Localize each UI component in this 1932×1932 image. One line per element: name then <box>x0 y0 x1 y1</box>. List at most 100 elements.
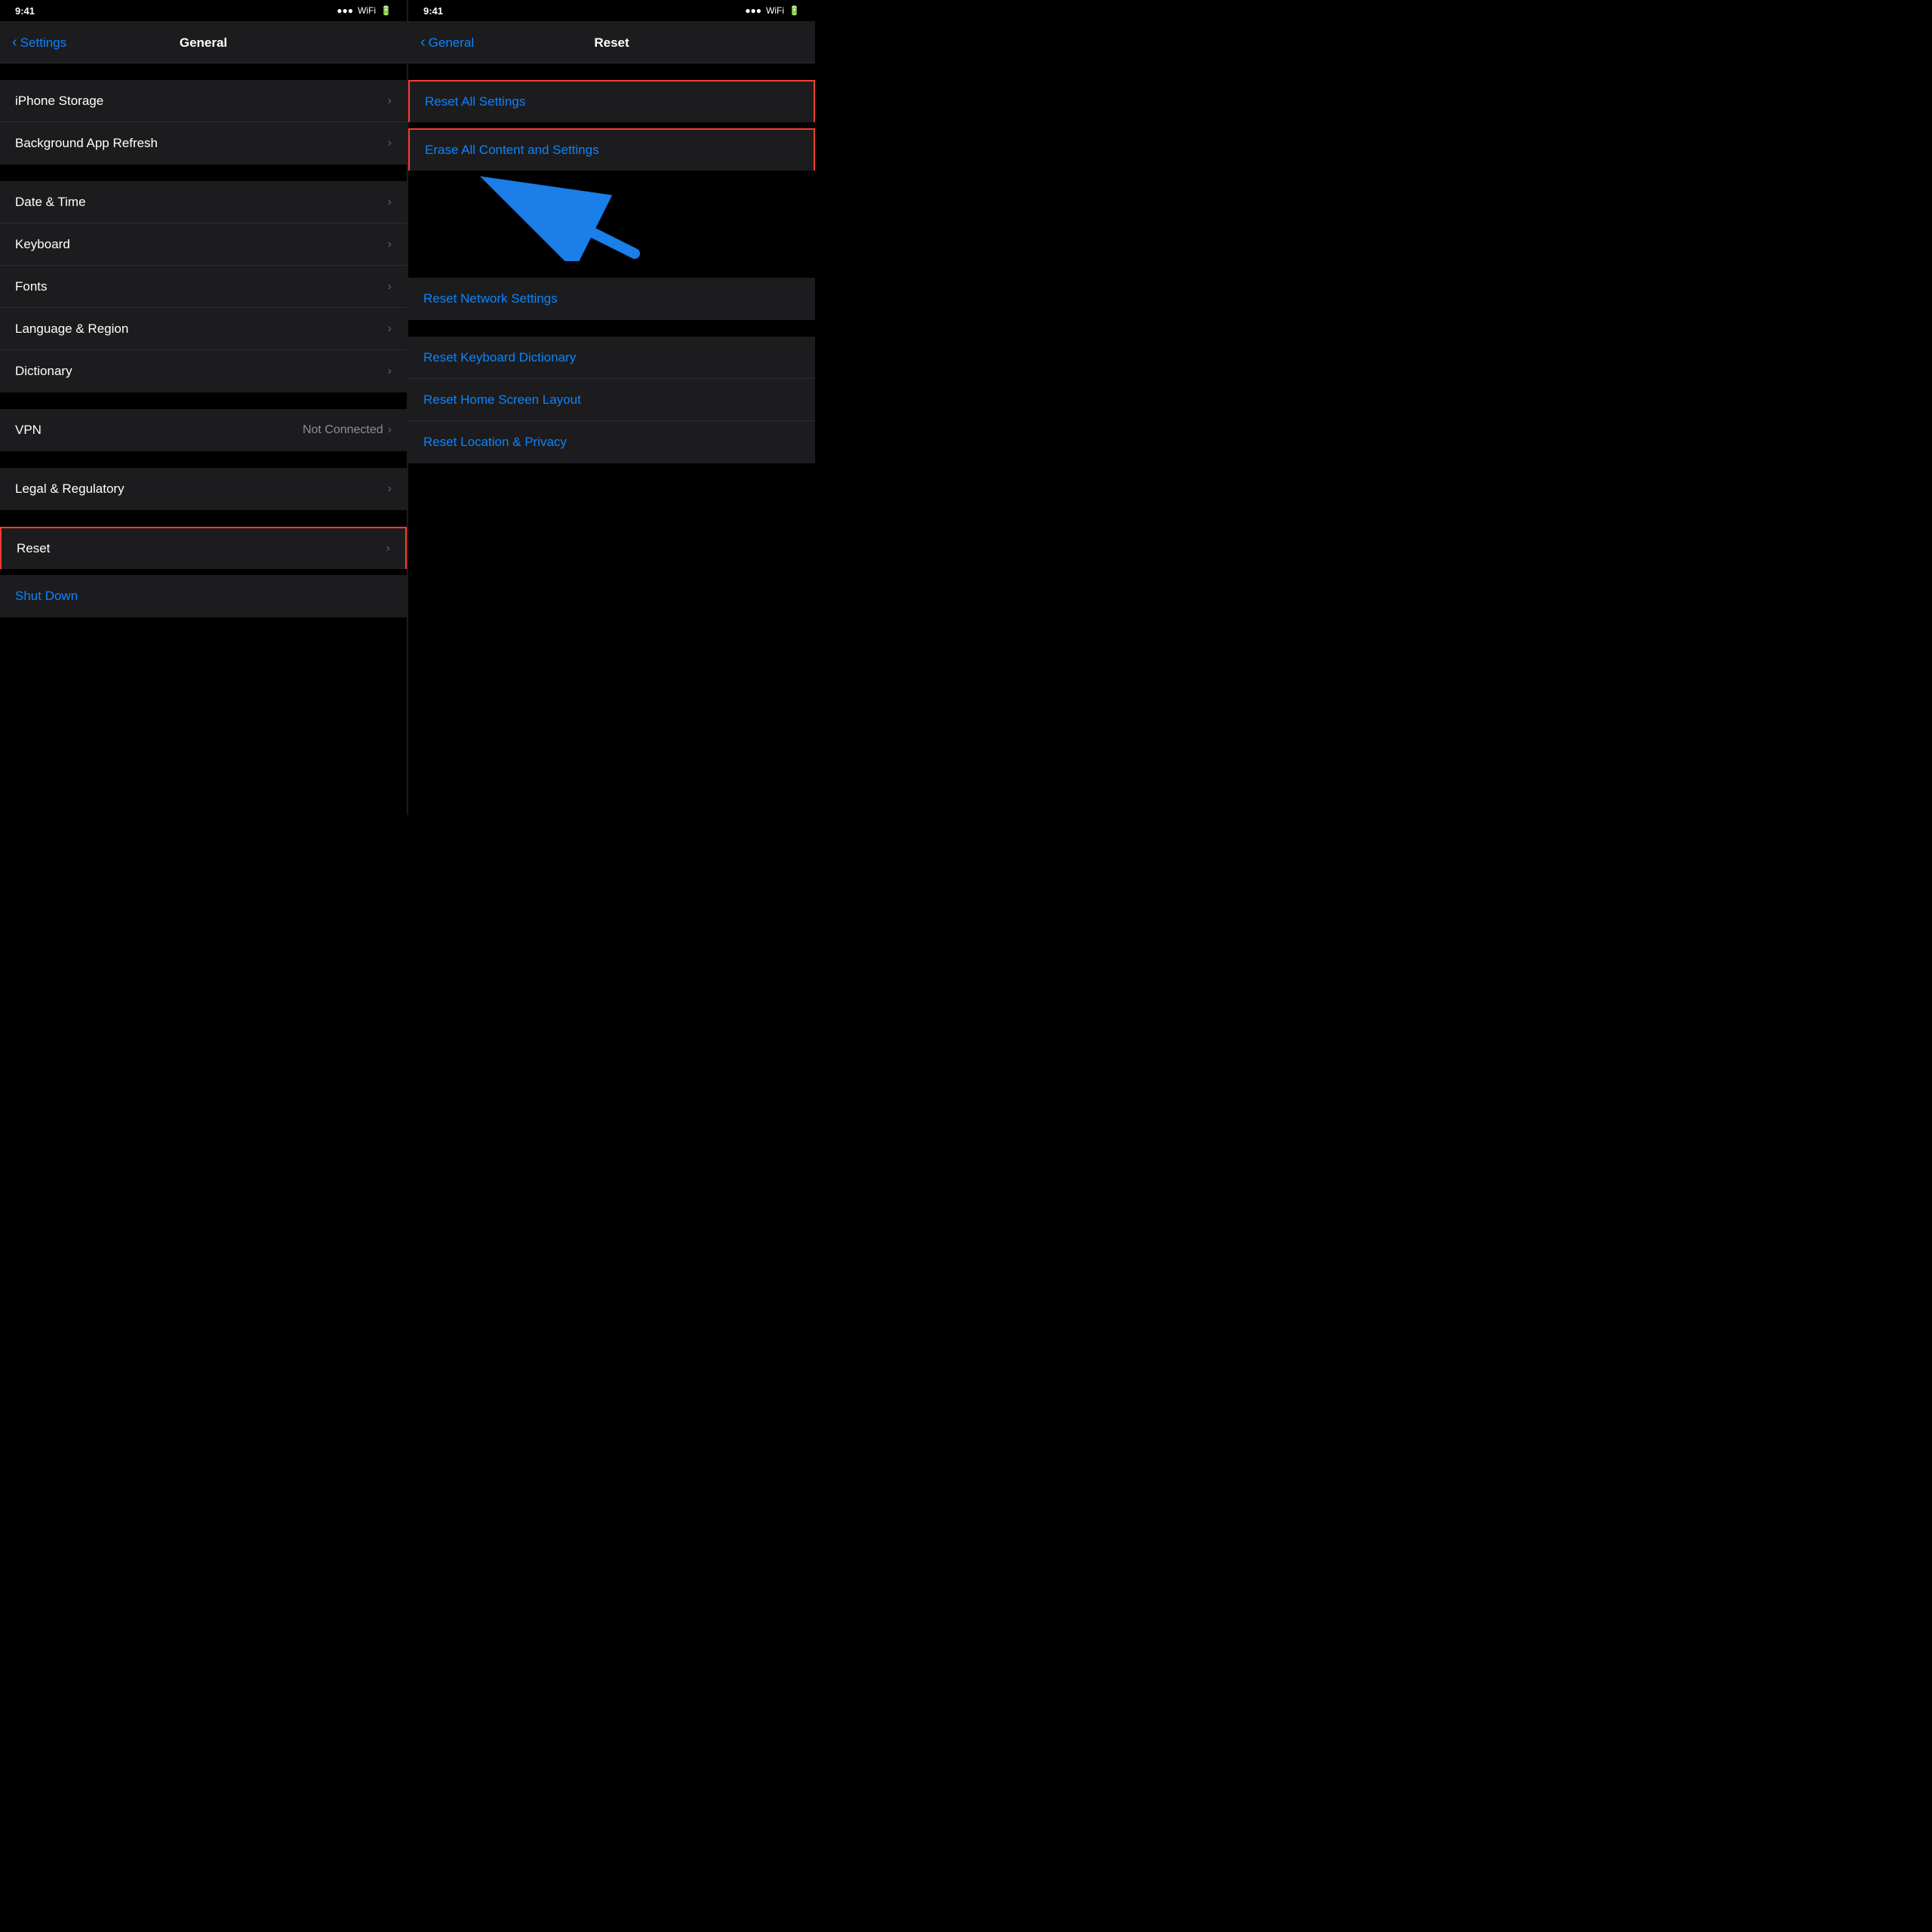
iphone-storage-chevron: › <box>388 94 392 108</box>
background-refresh-label: Background App Refresh <box>15 136 158 151</box>
group-reset-network: Reset Network Settings <box>408 278 815 320</box>
group-legal: Legal & Regulatory › <box>0 468 407 510</box>
list-item-keyboard[interactable]: Keyboard › <box>0 223 407 266</box>
language-region-label: Language & Region <box>15 321 128 337</box>
vpn-label: VPN <box>15 423 42 438</box>
shutdown-item[interactable]: Shut Down <box>0 575 407 617</box>
wifi-icon: WiFi <box>358 5 376 16</box>
date-time-label: Date & Time <box>15 195 86 210</box>
dictionary-label: Dictionary <box>15 364 72 379</box>
list-item-background-refresh[interactable]: Background App Refresh › <box>0 122 407 165</box>
fonts-right: › <box>388 280 392 294</box>
signal-icon-right: ●●● <box>745 5 761 16</box>
reset-home-screen-item[interactable]: Reset Home Screen Layout <box>408 379 815 421</box>
general-back-button[interactable]: ‹ General <box>420 35 474 51</box>
reset-label: Reset <box>17 541 50 556</box>
back-label-right: General <box>429 35 474 51</box>
keyboard-right: › <box>388 238 392 251</box>
erase-all-item[interactable]: Erase All Content and Settings <box>408 128 815 171</box>
group-vpn: VPN Not Connected › <box>0 409 407 451</box>
section-gap-r4 <box>408 320 815 337</box>
section-gap-shutdown <box>0 569 407 575</box>
shutdown-label: Shut Down <box>15 589 78 604</box>
left-header: ‹ Settings General <box>0 21 407 63</box>
arrow-area <box>408 171 815 261</box>
group-datetime-etc: Date & Time › Keyboard › Fonts › Languag… <box>0 181 407 392</box>
iphone-storage-right: › <box>388 94 392 108</box>
right-content: Reset All Settings Erase All Content and… <box>408 63 815 815</box>
left-content: iPhone Storage › Background App Refresh … <box>0 63 407 815</box>
status-bar-left: 9:41 ●●● WiFi 🔋 <box>0 0 407 21</box>
section-gap-5 <box>0 510 407 527</box>
vpn-status: Not Connected <box>303 423 383 437</box>
left-panel: 9:41 ●●● WiFi 🔋 ‹ Settings General iPhon… <box>0 0 407 815</box>
section-gap-3 <box>0 392 407 409</box>
language-region-chevron: › <box>388 322 392 336</box>
reset-keyboard-item[interactable]: Reset Keyboard Dictionary <box>408 337 815 379</box>
legal-regulatory-chevron: › <box>388 482 392 496</box>
reset-all-settings-item[interactable]: Reset All Settings <box>408 80 815 122</box>
erase-all-label: Erase All Content and Settings <box>425 143 599 158</box>
blue-arrow-svg <box>454 171 680 261</box>
reset-network-label: Reset Network Settings <box>423 291 558 306</box>
section-gap-r1 <box>408 63 815 80</box>
section-gap-4 <box>0 451 407 468</box>
group-reset: Reset › <box>0 527 407 569</box>
list-item-vpn[interactable]: VPN Not Connected › <box>0 409 407 451</box>
reset-location-privacy-item[interactable]: Reset Location & Privacy <box>408 421 815 463</box>
signal-icon: ●●● <box>337 5 353 16</box>
keyboard-label: Keyboard <box>15 237 70 252</box>
list-item-legal-regulatory[interactable]: Legal & Regulatory › <box>0 468 407 510</box>
background-refresh-chevron: › <box>388 137 392 150</box>
reset-right: › <box>386 542 390 555</box>
settings-back-button[interactable]: ‹ Settings <box>12 35 66 51</box>
group-reset-all-settings: Reset All Settings <box>408 80 815 122</box>
wifi-icon-right: WiFi <box>766 5 784 16</box>
list-item-dictionary[interactable]: Dictionary › <box>0 350 407 392</box>
fonts-label: Fonts <box>15 279 48 294</box>
back-label-left: Settings <box>20 35 66 51</box>
section-gap-2 <box>0 165 407 181</box>
section-gap-r2 <box>408 122 815 128</box>
date-time-right: › <box>388 195 392 209</box>
dictionary-chevron: › <box>388 365 392 378</box>
list-item-language-region[interactable]: Language & Region › <box>0 308 407 350</box>
battery-icon: 🔋 <box>380 5 392 16</box>
vpn-right: Not Connected › <box>303 423 392 437</box>
status-icons-left: ●●● WiFi 🔋 <box>337 5 392 16</box>
background-refresh-right: › <box>388 137 392 150</box>
reset-chevron: › <box>386 542 390 555</box>
group-erase-all: Erase All Content and Settings <box>408 128 815 171</box>
reset-home-screen-label: Reset Home Screen Layout <box>423 392 581 408</box>
right-panel-title: Reset <box>594 35 629 51</box>
status-time-left: 9:41 <box>15 5 35 17</box>
right-header: ‹ General Reset <box>408 21 815 63</box>
fonts-chevron: › <box>388 280 392 294</box>
status-icons-right: ●●● WiFi 🔋 <box>745 5 800 16</box>
keyboard-chevron: › <box>388 238 392 251</box>
section-gap-1 <box>0 63 407 80</box>
status-time-right: 9:41 <box>423 5 443 17</box>
status-bar-right: 9:41 ●●● WiFi 🔋 <box>408 0 815 21</box>
section-gap-r3 <box>408 261 815 278</box>
right-panel: 9:41 ●●● WiFi 🔋 ‹ General Reset Reset Al… <box>408 0 815 815</box>
list-item-date-time[interactable]: Date & Time › <box>0 181 407 223</box>
reset-all-settings-label: Reset All Settings <box>425 94 525 109</box>
list-item-iphone-storage[interactable]: iPhone Storage › <box>0 80 407 122</box>
reset-network-item[interactable]: Reset Network Settings <box>408 278 815 320</box>
back-chevron-icon-right: ‹ <box>420 35 426 50</box>
legal-regulatory-right: › <box>388 482 392 496</box>
back-chevron-icon: ‹ <box>12 35 17 50</box>
group-reset-others: Reset Keyboard Dictionary Reset Home Scr… <box>408 337 815 463</box>
list-item-reset[interactable]: Reset › <box>0 527 407 569</box>
reset-keyboard-label: Reset Keyboard Dictionary <box>423 350 576 365</box>
group-storage-refresh: iPhone Storage › Background App Refresh … <box>0 80 407 165</box>
bottom-spacer-right <box>408 463 815 494</box>
dictionary-right: › <box>388 365 392 378</box>
date-time-chevron: › <box>388 195 392 209</box>
list-item-fonts[interactable]: Fonts › <box>0 266 407 308</box>
reset-location-privacy-label: Reset Location & Privacy <box>423 435 567 450</box>
left-panel-title: General <box>180 35 227 51</box>
bottom-spacer-left <box>0 617 407 648</box>
battery-icon-right: 🔋 <box>789 5 800 16</box>
